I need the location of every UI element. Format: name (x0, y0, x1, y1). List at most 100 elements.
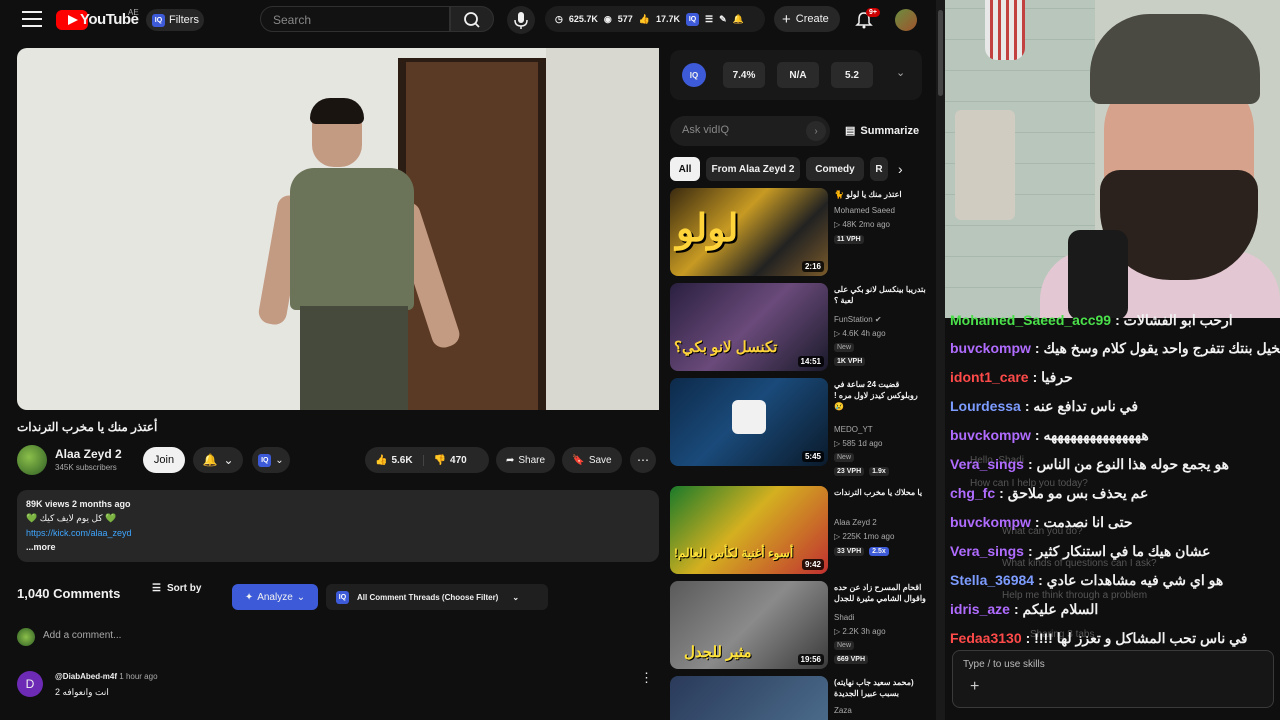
rec-thumbnail[interactable]: لولو 2:16 (670, 188, 828, 276)
vidiq-metric[interactable]: N/A (777, 62, 819, 88)
rec-thumbnail[interactable]: أسوء أغنية لكأس العالم! 9:42 (670, 486, 828, 574)
chat-username[interactable]: buvckompw (950, 514, 1031, 530)
filters-button[interactable]: IQ Filters (146, 9, 204, 31)
comment-text: انت وانعوافه 2 (55, 687, 109, 697)
chevron-down-icon: ⌄ (275, 454, 284, 466)
rec-meta: ▷ 2.2K 3h ago (834, 627, 886, 636)
chat-username[interactable]: buvckompw (950, 427, 1031, 443)
rec-vph: 11 VPH (834, 235, 864, 244)
page-scrollbar[interactable] (936, 0, 945, 720)
summarize-button[interactable]: ▤ Summarize (845, 124, 919, 138)
like-button[interactable]: 👍 5.6K (365, 455, 423, 466)
chevron-right-icon[interactable]: › (806, 121, 826, 141)
comment-username[interactable]: @DiabAbed-m4f (55, 672, 117, 681)
rec-title[interactable]: (محمد سعيد جاب نهايته) بسبب عبيرا الجديد… (834, 677, 929, 699)
voice-search-button[interactable] (507, 6, 535, 34)
comment-thread-filter[interactable]: IQ All Comment Threads (Choose Filter) ⌄ (326, 584, 548, 610)
chat-message: idont1_care: حرفيا (950, 369, 1280, 386)
chat-username[interactable]: buvckompw (950, 340, 1031, 356)
analyze-button[interactable]: ✦ Analyze ⌄ (232, 584, 318, 610)
channel-avatar[interactable] (17, 445, 47, 475)
rec-title[interactable]: قضيت 24 ساعة في روبلوكس كيدز لاول مره ! … (834, 379, 929, 412)
sort-by-button[interactable]: ☰ Sort by (152, 583, 201, 594)
chat-username[interactable]: Fedaa3130 (950, 630, 1022, 646)
subscription-bell-dropdown[interactable]: 🔔 ⌄ (193, 447, 243, 473)
chat-username[interactable]: Mohamed_Saeed_acc99 (950, 312, 1111, 328)
description-box[interactable]: 89K views 2 months ago 💚 كل يوم لايف كيك… (17, 490, 659, 562)
add-comment-input[interactable]: Add a comment... (43, 630, 121, 641)
rec-thumbnail[interactable]: تكنسل لانو بكي؟ 14:51 (670, 283, 828, 371)
rec-meta: ▷ 48K 2mo ago (834, 220, 890, 229)
join-button[interactable]: Join (143, 447, 185, 473)
search-input[interactable]: Search (260, 6, 450, 32)
chat-separator: : (1115, 312, 1124, 328)
chevron-down-icon: ⌄ (223, 453, 234, 467)
ratio-badge: 2.5x (869, 547, 889, 556)
rec-channel[interactable]: Alaa Zeyd 2 (834, 518, 877, 527)
bookmark-icon: 🔖 (572, 454, 585, 466)
vidiq-stats-pill[interactable]: ◷ 625.7K ◉ 577 👍 17.7K IQ ☰ ✎ 🔔 (545, 6, 765, 32)
vidiq-logo-icon[interactable]: IQ (682, 63, 706, 87)
chip-all[interactable]: All (670, 157, 700, 181)
chevron-down-icon[interactable]: ⌄ (896, 66, 905, 79)
chat-username[interactable]: idont1_care (950, 369, 1029, 385)
show-more-link[interactable]: ...more (26, 542, 650, 552)
sparkle-icon: ✦ (244, 591, 254, 603)
search-button[interactable] (450, 6, 494, 32)
save-button[interactable]: 🔖 Save (562, 447, 622, 473)
plus-icon[interactable]: + (970, 678, 979, 696)
rec-channel[interactable]: Shadi (834, 613, 854, 622)
scrollbar-thumb[interactable] (938, 10, 943, 96)
dislike-button[interactable]: 👎 470 (422, 454, 477, 466)
rec-title[interactable]: بتدريبا بينكسل لانو بكي على لعبة ؟ (834, 284, 929, 306)
vidiq-metric[interactable]: 5.2 (831, 62, 873, 88)
vph-badge: 669 VPH (834, 655, 869, 664)
vidiq-metric[interactable]: 7.4% (723, 62, 765, 88)
chat-username[interactable]: idris_aze (950, 601, 1010, 617)
create-button[interactable]: + Create (774, 6, 840, 32)
rec-thumbnail[interactable]: مثير للجدل 19:56 (670, 581, 828, 669)
chat-message: idris_aze: السلام عليكم (950, 601, 1280, 618)
chevron-right-icon[interactable]: › (898, 161, 903, 177)
chat-username[interactable]: Stella_36984 (950, 572, 1034, 588)
rec-channel[interactable]: Mohamed Saeed (834, 206, 895, 215)
video-scene-hair (310, 98, 364, 124)
chat-text: ارحب ابو الفشالات (1123, 312, 1233, 328)
rec-thumbnail[interactable] (670, 676, 828, 720)
rec-meta: ▷ 4.6K 4h ago (834, 329, 886, 338)
vidiq-dropdown[interactable]: IQ ⌄ (252, 447, 290, 473)
chip-more[interactable]: R (870, 157, 888, 181)
comment-avatar[interactable]: D (17, 671, 43, 697)
chat-username[interactable]: Vera_sings (950, 543, 1024, 559)
chat-text: حرفيا (1041, 369, 1073, 385)
comment-author[interactable]: @DiabAbed-m4f 1 hour ago (55, 672, 158, 681)
share-button[interactable]: ➦ Share (496, 447, 555, 473)
chip-from-channel[interactable]: From Alaa Zeyd 2 (706, 157, 800, 181)
channel-name[interactable]: Alaa Zeyd 2 (55, 447, 122, 461)
search-icon (464, 12, 480, 28)
chat-username[interactable]: chg_fc (950, 485, 995, 501)
kick-link[interactable]: https://kick.com/alaa_zeyd (26, 528, 650, 538)
rec-thumbnail[interactable]: 5:45 (670, 378, 828, 466)
comments-count: 1,040 Comments (17, 586, 121, 601)
user-avatar[interactable] (895, 9, 917, 31)
comment-menu-icon[interactable]: ⋮ (640, 670, 653, 686)
ratio-badge: 1.9x (869, 467, 889, 476)
country-code: AE (128, 8, 139, 17)
rec-title[interactable]: يا محلاك يا مخرب الترندات (834, 487, 929, 498)
chat-separator: : (1013, 601, 1023, 617)
rec-title[interactable]: اعتذر منك يا لولو 🐈 (834, 189, 929, 200)
video-scene-legs (300, 306, 408, 410)
more-actions-button[interactable]: ⋯ (630, 447, 656, 473)
chat-username[interactable]: Lourdessa (950, 398, 1021, 414)
chat-username[interactable]: Vera_sings (950, 456, 1024, 472)
thread-filter-label: All Comment Threads (Choose Filter) (357, 592, 499, 602)
rec-channel[interactable]: MEDO_YT (834, 425, 873, 434)
rec-channel[interactable]: Zaza (834, 706, 852, 715)
hamburger-menu-icon[interactable] (22, 11, 42, 29)
rec-channel[interactable]: FunStation ✔ (834, 315, 882, 324)
rec-title[interactable]: اقحام المسرح زاد عن حده واقوال الشامي مث… (834, 582, 929, 604)
sort-icon: ☰ (152, 583, 161, 594)
chat-input[interactable]: Type / to use skills (952, 650, 1274, 708)
chip-comedy[interactable]: Comedy (806, 157, 864, 181)
